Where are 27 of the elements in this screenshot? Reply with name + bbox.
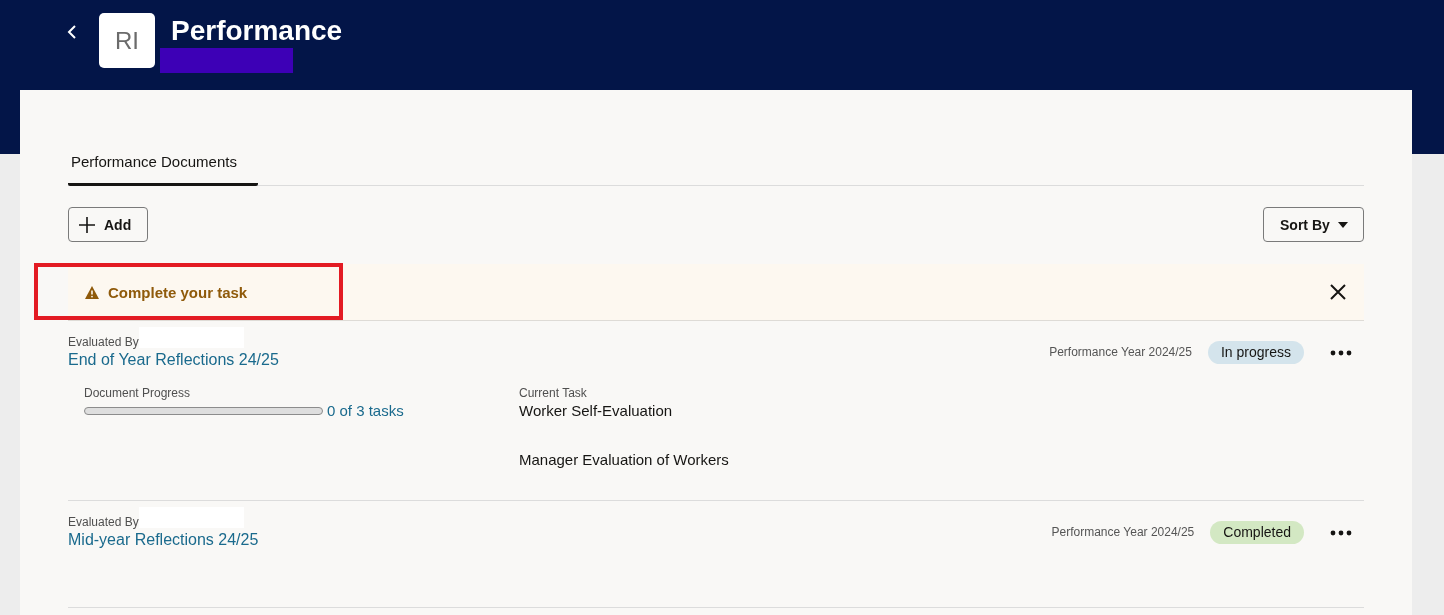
- current-task-label: Current Task: [519, 385, 587, 401]
- task-name: Worker Self-Evaluation: [519, 401, 673, 421]
- add-button[interactable]: Add: [68, 207, 148, 242]
- status-badge: Completed: [1210, 521, 1304, 544]
- evaluated-by-label: Evaluated By: [68, 334, 139, 350]
- avatar-initials: RI: [99, 13, 155, 68]
- performance-year: Performance Year 2024/25: [1049, 344, 1192, 361]
- document-title-link[interactable]: Mid-year Reflections 24/25: [68, 530, 259, 550]
- back-chevron-icon: [66, 25, 78, 39]
- progress-label: Document Progress: [84, 385, 192, 401]
- warning-icon: [85, 285, 99, 299]
- performance-year: Performance Year 2024/25: [1051, 524, 1195, 541]
- task-count-link[interactable]: 0 of 3 tasks: [327, 401, 404, 421]
- task-name: Manager Evaluation of Workers: [519, 450, 729, 470]
- back-button[interactable]: [66, 25, 78, 39]
- caret-down-icon: [1338, 221, 1348, 228]
- document-title-link[interactable]: End of Year Reflections 24/25: [68, 350, 279, 370]
- tab[interactable]: Performance Documents: [68, 138, 258, 186]
- page-title: Performance: [171, 14, 343, 48]
- alert-message: Complete your task: [108, 283, 248, 301]
- more-icon: [1330, 529, 1352, 536]
- plus-icon: [78, 215, 96, 234]
- evaluated-by-label: Evaluated By: [68, 514, 139, 530]
- more-icon: [1330, 349, 1352, 356]
- status-badge: In progress: [1207, 341, 1304, 364]
- close-icon: [1330, 284, 1346, 300]
- sort-button[interactable]: Sort By: [1263, 207, 1364, 242]
